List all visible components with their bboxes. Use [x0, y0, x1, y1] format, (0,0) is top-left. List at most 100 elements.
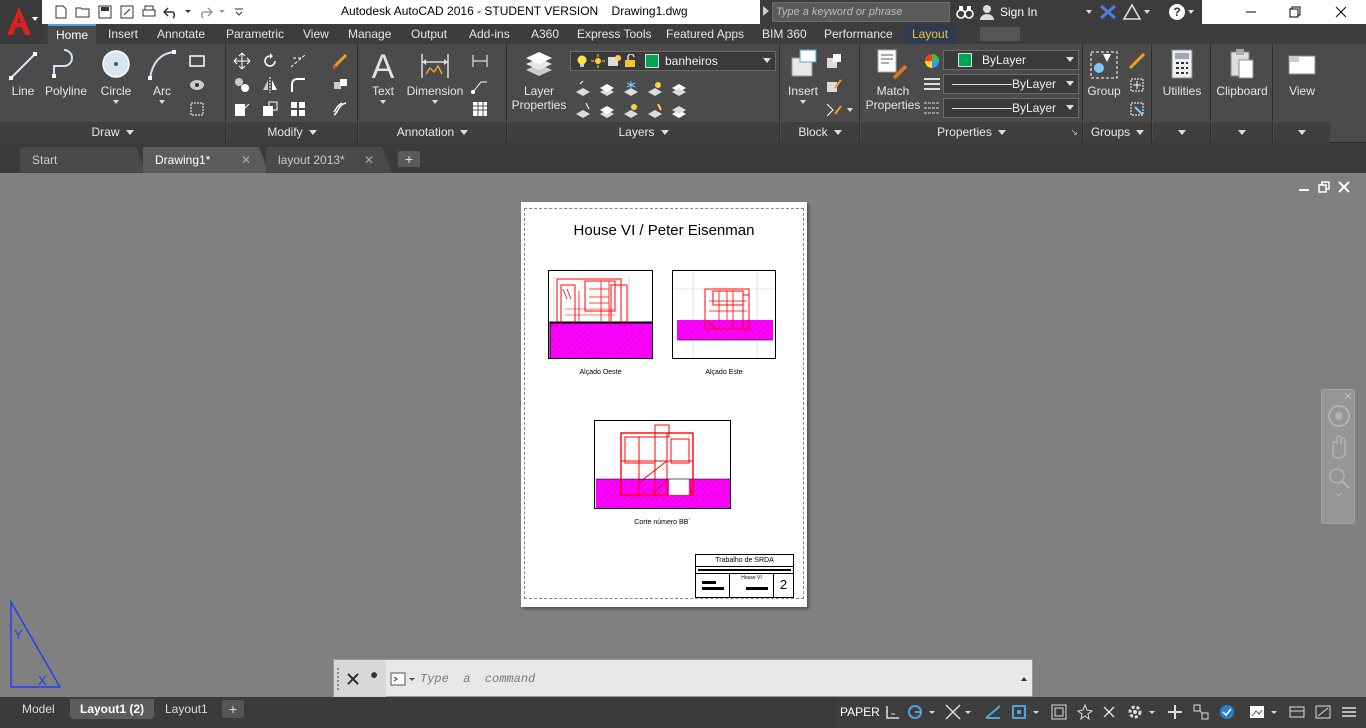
- isolate-objects-icon[interactable]: [1248, 703, 1266, 721]
- linetype-dropdown[interactable]: ByLayer: [943, 98, 1079, 118]
- layer-dropdown[interactable]: banheiros: [570, 51, 776, 71]
- tab-home[interactable]: Home: [48, 24, 97, 44]
- utilities-panel-title[interactable]: [1153, 122, 1210, 143]
- tab-annotate[interactable]: Annotate: [149, 24, 213, 44]
- close-navbar-icon[interactable]: [1344, 392, 1352, 400]
- application-menu-button[interactable]: [0, 0, 42, 44]
- drawing-area[interactable]: House VI / Peter Eisenman Alçado Oeste A…: [0, 173, 1366, 696]
- copy-icon[interactable]: [233, 76, 251, 94]
- restore-drawing-icon[interactable]: [1318, 181, 1330, 193]
- ungroup-icon[interactable]: [1128, 52, 1146, 70]
- layer-walk-icon[interactable]: [670, 102, 688, 120]
- layer-lock-icon[interactable]: [670, 80, 688, 98]
- a360-icon[interactable]: [1122, 3, 1142, 21]
- stretch-icon[interactable]: [233, 100, 251, 118]
- new-tab-button[interactable]: +: [398, 151, 420, 167]
- arc-button[interactable]: Arc: [144, 48, 180, 104]
- close-window-button[interactable]: [1318, 0, 1364, 24]
- layers-panel-title[interactable]: Layers: [508, 122, 779, 143]
- line-button[interactable]: Line: [6, 48, 40, 98]
- object-snap-tracking-icon[interactable]: [944, 703, 962, 721]
- command-prompt-icon[interactable]: [390, 671, 406, 687]
- array-icon[interactable]: [289, 100, 307, 118]
- object-snap-dropdown-icon[interactable]: [1032, 703, 1040, 721]
- isometric-drafting-icon[interactable]: [984, 703, 1002, 721]
- file-tab-layout-2013[interactable]: layout 2013* ✕: [266, 147, 392, 173]
- utilities-button[interactable]: Utilities: [1155, 48, 1209, 98]
- model-tab[interactable]: Model: [12, 699, 65, 719]
- scale-icon[interactable]: [261, 100, 279, 118]
- tab-parametric[interactable]: Parametric: [218, 24, 292, 44]
- tab-add-ins[interactable]: Add-ins: [461, 24, 518, 44]
- boundary-icon[interactable]: [188, 100, 206, 118]
- plot-icon[interactable]: [140, 3, 158, 21]
- layer-previous-icon[interactable]: [622, 102, 640, 120]
- tab-a360[interactable]: A360: [523, 24, 567, 44]
- clean-screen-icon[interactable]: [1288, 703, 1306, 721]
- new-icon[interactable]: [52, 3, 70, 21]
- tab-insert[interactable]: Insert: [100, 24, 146, 44]
- user-icon[interactable]: [978, 3, 996, 21]
- file-tab-drawing1[interactable]: Drawing1* ✕: [143, 147, 269, 173]
- binoculars-icon[interactable]: [956, 3, 974, 21]
- arc-dropdown-icon[interactable]: [159, 100, 165, 104]
- restore-window-button[interactable]: [1272, 0, 1318, 24]
- dimension-dropdown-icon[interactable]: [432, 100, 438, 104]
- table-icon[interactable]: [471, 100, 489, 118]
- tab-performance[interactable]: Performance: [816, 24, 901, 44]
- lineweight-dropdown[interactable]: ByLayer: [943, 74, 1079, 94]
- annotation-panel-title[interactable]: Annotation: [359, 122, 506, 143]
- grip-icon[interactable]: [336, 668, 340, 690]
- pan-hand-icon[interactable]: [1327, 434, 1351, 460]
- steering-wheel-icon[interactable]: [1327, 404, 1351, 428]
- command-input[interactable]: [420, 669, 1000, 689]
- edit-attributes-dropdown-icon[interactable]: [847, 108, 853, 112]
- layer-off-icon[interactable]: [646, 80, 664, 98]
- paper-space-toggle[interactable]: PAPER: [840, 705, 880, 719]
- command-line-handle[interactable]: [334, 660, 386, 698]
- tab-featured-apps[interactable]: Featured Apps: [658, 24, 752, 44]
- tab-output[interactable]: Output: [403, 24, 455, 44]
- dialog-launcher-icon[interactable]: ↘: [1070, 122, 1078, 143]
- offset-icon[interactable]: [331, 100, 349, 118]
- close-command-line-icon[interactable]: [346, 672, 360, 686]
- fillet-icon[interactable]: [289, 76, 307, 94]
- workspace-dropdown-icon[interactable]: [1148, 703, 1156, 721]
- edit-block-icon[interactable]: [825, 76, 843, 94]
- isolate-dropdown-icon[interactable]: [1270, 703, 1278, 721]
- zoom-extents-icon[interactable]: [1327, 466, 1351, 490]
- help-icon[interactable]: ?: [1168, 3, 1186, 21]
- layer-properties-button[interactable]: Layer Properties: [510, 48, 568, 112]
- customization-icon[interactable]: [1340, 703, 1358, 721]
- minimize-window-button[interactable]: [1228, 0, 1274, 24]
- group-edit-icon[interactable]: [1128, 76, 1146, 94]
- zoom-dropdown-icon[interactable]: [1335, 492, 1343, 498]
- chevron-right-icon[interactable]: [763, 6, 769, 16]
- create-block-icon[interactable]: [825, 52, 843, 70]
- group-button[interactable]: Group: [1084, 48, 1124, 98]
- help-dropdown-icon[interactable]: [1188, 10, 1194, 14]
- tab-manage[interactable]: Manage: [340, 24, 399, 44]
- osnap-dropdown-icon[interactable]: [964, 703, 972, 721]
- text-button[interactable]: A Text: [367, 48, 399, 104]
- search-input[interactable]: [772, 2, 950, 22]
- save-icon[interactable]: [96, 3, 114, 21]
- recent-commands-dropdown-icon[interactable]: [408, 677, 416, 683]
- polar-dropdown-icon[interactable]: [928, 703, 936, 721]
- view-panel-title[interactable]: [1274, 122, 1330, 143]
- undo-dropdown-icon[interactable]: [184, 3, 192, 21]
- undo-icon[interactable]: [162, 3, 180, 21]
- circle-button[interactable]: Circle: [98, 48, 134, 104]
- a360-dropdown-icon[interactable]: [1144, 10, 1150, 14]
- close-tab-icon[interactable]: ✕: [364, 147, 374, 173]
- rectangle-icon[interactable]: [188, 52, 206, 70]
- leader-icon[interactable]: [471, 76, 489, 94]
- object-snap-icon[interactable]: [1010, 703, 1028, 721]
- units-icon[interactable]: [1192, 703, 1210, 721]
- layer-freeze-icon[interactable]: [622, 80, 640, 98]
- clipboard-button[interactable]: Clipboard: [1212, 48, 1272, 98]
- ribbon-display-toggle[interactable]: [980, 27, 1020, 41]
- layer-thaw-all-icon[interactable]: [646, 102, 664, 120]
- sign-in-link[interactable]: Sign In: [1000, 5, 1037, 19]
- match-layer-icon[interactable]: [598, 102, 616, 120]
